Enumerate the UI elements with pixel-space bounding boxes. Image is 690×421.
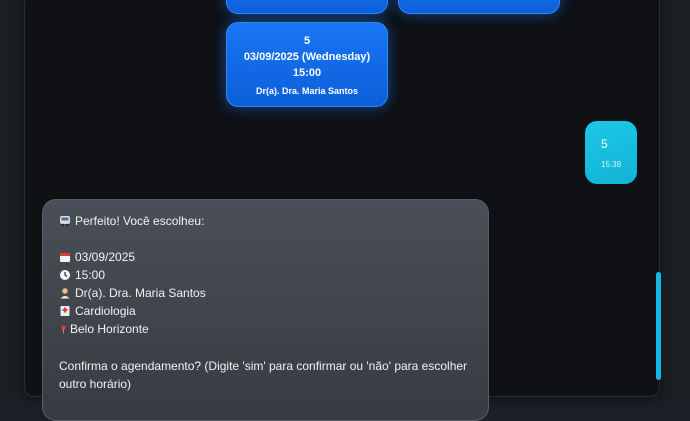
bus-icon (60, 216, 70, 227)
option-button-partial[interactable] (226, 0, 388, 14)
bot-doctor: Dr(a). Dra. Maria Santos (75, 286, 206, 300)
clock-icon (60, 270, 70, 280)
bot-confirm-line-2: outro horário) (59, 377, 132, 391)
bot-specialty: Cardiologia (75, 304, 136, 318)
window-right-margin (658, 0, 690, 403)
bot-message-bubble: Perfeito! Você escolheu: 03/09/2025 15:0… (42, 199, 489, 421)
option-date: 03/09/2025 (Wednesday) (243, 51, 371, 63)
option-doctor: Dr(a). Dra. Maria Santos (255, 86, 359, 96)
user-message-bubble: 5 15:39 (585, 121, 637, 184)
option-number: 5 (303, 35, 311, 47)
bot-location: Belo Horizonte (70, 322, 149, 336)
bot-time: 15:00 (75, 268, 106, 282)
bot-date: 03/09/2025 (75, 250, 136, 264)
option-button-partial[interactable] (398, 0, 560, 14)
option-button-5[interactable]: 5 03/09/2025 (Wednesday) 15:00 Dr(a). Dr… (226, 22, 388, 107)
bot-header: Perfeito! Você escolheu: (75, 214, 205, 228)
bot-time-line: 15:00 (59, 268, 105, 282)
bot-date-line: 03/09/2025 (59, 250, 135, 264)
bot-confirm-line-1: Confirma o agendamento? (Digite 'sim' pa… (59, 359, 468, 373)
clinic-icon (60, 306, 70, 316)
pin-icon (61, 325, 66, 334)
bot-doctor-line: Dr(a). Dra. Maria Santos (59, 286, 206, 300)
bot-header-line: Perfeito! Você escolheu: (59, 214, 204, 228)
user-message-text: 5 (601, 137, 608, 151)
bot-specialty-line: Cardiologia (59, 304, 136, 318)
option-time: 15:00 (292, 67, 322, 79)
window-left-margin (0, 0, 24, 403)
calendar-icon (60, 253, 70, 262)
chat-scrollbar[interactable] (656, 272, 661, 380)
bot-location-line: Belo Horizonte (59, 322, 149, 336)
user-message-time: 15:39 (601, 160, 622, 169)
doctor-icon (60, 288, 70, 299)
